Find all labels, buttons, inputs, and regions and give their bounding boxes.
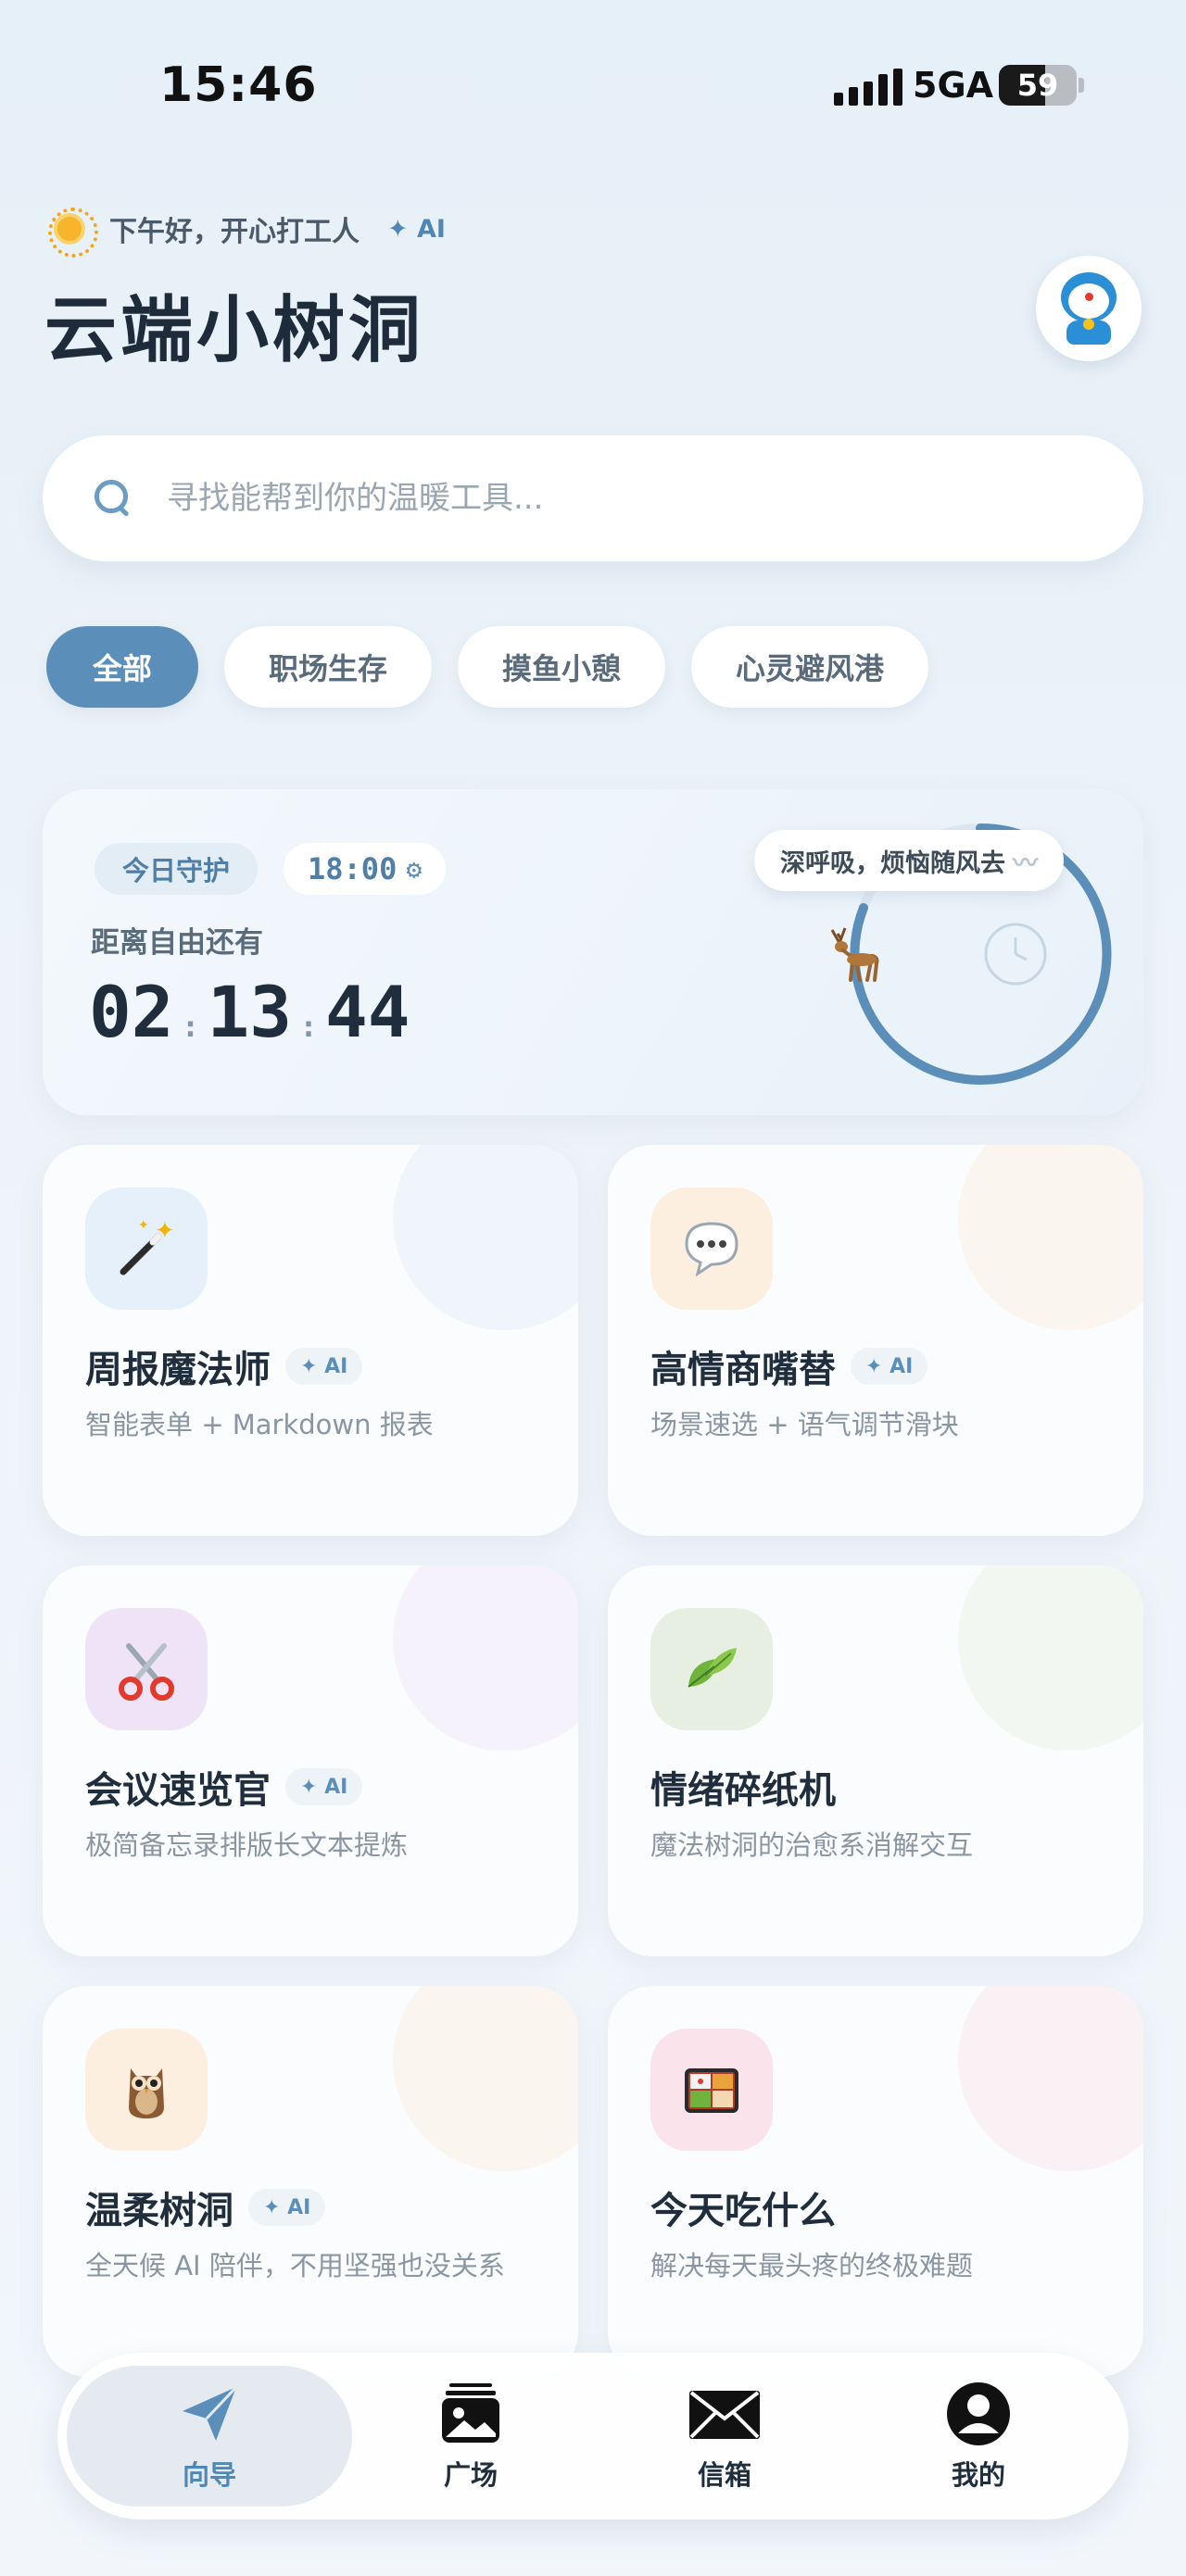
tool-description: 魔法树洞的治愈系消解交互 (650, 1829, 974, 1861)
search-input[interactable] (167, 463, 1093, 534)
ai-badge: ✦ AI (285, 1768, 363, 1805)
leaves-icon (650, 1608, 773, 1730)
tool-description: 场景速选 + 语气调节滑块 (650, 1409, 959, 1440)
magic-wand-icon: ✦ ✦ (85, 1187, 208, 1310)
chip-slacking[interactable]: 摸鱼小憩 (458, 626, 666, 708)
battery-icon: 59 (999, 65, 1077, 106)
tool-title: 今天吃什么 (650, 2190, 836, 2232)
deer-icon (830, 927, 879, 982)
tab-plaza[interactable]: 广场 (328, 2366, 613, 2507)
tool-title: 高情商嘴替 (650, 1349, 836, 1391)
bento-icon (650, 2029, 773, 2151)
tab-mailbox[interactable]: 信箱 (582, 2366, 867, 2507)
battery-tip (1079, 78, 1084, 93)
ai-badge: ✦ AI (285, 1348, 363, 1385)
gear-icon: ⚙ (406, 853, 423, 885)
ai-badge: ✦ AI (248, 2189, 326, 2226)
chip-soul-harbor[interactable]: 心灵避风港 (691, 626, 929, 708)
tool-description: 极简备忘录排版长文本提炼 (85, 1829, 409, 1861)
search-icon (95, 480, 132, 517)
network-type: 5GA (913, 65, 994, 106)
signal-icon (834, 69, 902, 106)
tool-card-meeting-summary[interactable]: 会议速览官 ✦ AI 极简备忘录排版长文本提炼 (43, 1565, 578, 1956)
ai-badge: ✦ AI (851, 1348, 928, 1385)
clock-icon (984, 923, 1047, 986)
scissors-icon (85, 1608, 208, 1730)
tool-title-row: 会议速览官 ✦ AI (85, 1760, 363, 1814)
sun-icon (46, 206, 98, 258)
tab-label: 广场 (443, 2459, 498, 2491)
gallery-icon (442, 2383, 499, 2443)
countdown-hours: 02 (89, 971, 174, 1053)
tool-description: 全天候 AI 陪伴，不用坚强也没关系 (85, 2250, 505, 2281)
category-chips: 全部 职场生存 摸鱼小憩 心灵避风港 (46, 626, 929, 708)
tab-guide[interactable]: 向导 (67, 2366, 352, 2507)
app-page: 15:46 5GA 59 下午好，开心打工人 ✦ AI 云端小树洞 全部 职场生… (0, 0, 1186, 2576)
countdown-label: 距离自由还有 (91, 926, 263, 960)
svg-text:✦: ✦ (155, 1217, 175, 1245)
countdown-minutes: 13 (207, 971, 293, 1053)
svg-text:✦: ✦ (138, 1218, 149, 1233)
tool-title: 会议速览官 (85, 1769, 271, 1812)
owl-icon (85, 2029, 208, 2151)
battery-level: 59 (1016, 68, 1059, 103)
off-time-value: 18:00 (308, 851, 397, 886)
speech-bubble-icon (650, 1187, 773, 1310)
tool-card-gentle-treehole[interactable]: 温柔树洞 ✦ AI 全天候 AI 陪伴，不用坚强也没关系 (43, 1986, 578, 2377)
tab-label: 向导 (182, 2459, 236, 2491)
countdown-card[interactable]: 今日守护 18:00 ⚙ 距离自由还有 02 : 13 : 44 深呼吸，烦恼随… (43, 789, 1143, 1115)
tool-title: 情绪碎纸机 (650, 1769, 836, 1812)
tool-card-what-to-eat[interactable]: 今天吃什么 解决每天最头疼的终极难题 (608, 1986, 1143, 2377)
greeting-text: 下午好，开心打工人 (109, 216, 360, 248)
countdown-separator: : (184, 1012, 196, 1044)
avatar[interactable] (1036, 256, 1142, 361)
tool-card-eq-speaker[interactable]: 高情商嘴替 ✦ AI 场景速选 + 语气调节滑块 (608, 1145, 1143, 1536)
tool-title: 周报魔法师 (85, 1349, 271, 1391)
tab-label: 信箱 (697, 2459, 751, 2491)
doraemon-avatar-icon (1057, 272, 1120, 345)
ai-badge: ✦ AI (387, 214, 446, 244)
tab-mine[interactable]: 我的 (836, 2366, 1121, 2507)
breath-text: 深呼吸，烦恼随风去 (780, 848, 1005, 878)
tab-label: 我的 (951, 2459, 1005, 2491)
wind-icon: 〰 (1013, 848, 1038, 878)
status-time: 15:46 (159, 57, 318, 113)
tool-title-row: 温柔树洞 ✦ AI (85, 2180, 326, 2234)
tool-title-row: 周报魔法师 ✦ AI (85, 1339, 363, 1393)
tool-title: 温柔树洞 (85, 2190, 233, 2232)
search-bar[interactable] (43, 435, 1143, 561)
countdown-timer: 02 : 13 : 44 (89, 971, 410, 1053)
tool-title-row: 情绪碎纸机 (650, 1760, 836, 1814)
bottom-tab-bar: 向导 广场 信箱 我的 (57, 2353, 1129, 2519)
tool-title-row: 今天吃什么 (650, 2180, 836, 2234)
envelope-icon (689, 2391, 760, 2439)
status-bar: 15:46 5GA 59 (0, 0, 1186, 176)
countdown-separator: : (303, 1012, 315, 1044)
tool-card-emotion-shredder[interactable]: 情绪碎纸机 魔法树洞的治愈系消解交互 (608, 1565, 1143, 1956)
chip-workplace[interactable]: 职场生存 (224, 626, 433, 708)
greeting-row: 下午好，开心打工人 ✦ AI (46, 206, 446, 258)
breath-tooltip: 深呼吸，烦恼随风去 〰 (754, 830, 1064, 891)
countdown-seconds: 44 (325, 971, 410, 1053)
page-title: 云端小树洞 (44, 289, 425, 372)
paper-plane-icon (183, 2385, 238, 2441)
profile-icon (947, 2382, 1010, 2445)
off-time-setting[interactable]: 18:00 ⚙ (284, 843, 447, 895)
chip-all[interactable]: 全部 (46, 626, 199, 708)
tool-description: 智能表单 + Markdown 报表 (85, 1409, 434, 1440)
tool-title-row: 高情商嘴替 ✦ AI (650, 1339, 928, 1393)
tool-description: 解决每天最头疼的终极难题 (650, 2250, 974, 2281)
guard-tag: 今日守护 (95, 843, 259, 895)
tool-card-weekly-report[interactable]: ✦ ✦ 周报魔法师 ✦ AI 智能表单 + Markdown 报表 (43, 1145, 578, 1536)
